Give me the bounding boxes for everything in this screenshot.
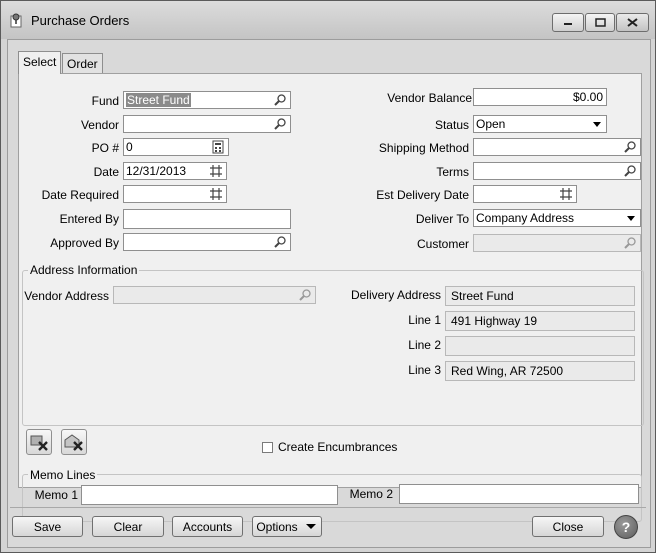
line2-label: Line 2 <box>408 338 441 352</box>
save-button[interactable]: Save <box>12 516 83 537</box>
close-window-button[interactable] <box>616 13 649 32</box>
search-icon[interactable] <box>623 164 637 178</box>
po-number-label: PO # <box>91 141 119 155</box>
help-icon: ? <box>621 519 631 535</box>
vendor-balance-field: $0.00 <box>473 88 607 106</box>
memo2-field[interactable] <box>399 484 639 504</box>
search-icon[interactable] <box>273 235 287 249</box>
vendor-balance-label: Vendor Balance <box>387 91 472 105</box>
calendar-icon[interactable] <box>559 187 573 201</box>
maximize-icon <box>594 18 606 27</box>
line3-field: Red Wing, AR 72500 <box>445 361 635 381</box>
vendor-address-label: Vendor Address <box>24 289 109 303</box>
delete-item-button[interactable] <box>26 429 52 455</box>
line3-label: Line 3 <box>408 363 441 377</box>
help-button[interactable]: ? <box>614 515 638 539</box>
options-button[interactable]: Options <box>252 516 322 537</box>
shipping-method-label: Shipping Method <box>378 141 469 155</box>
minimize-button[interactable] <box>552 13 584 32</box>
chevron-down-icon <box>627 216 635 221</box>
vendor-balance-value: $0.00 <box>572 90 603 104</box>
deliver-to-label: Deliver To <box>415 212 469 226</box>
create-encumbrances-checkbox[interactable] <box>262 442 273 453</box>
delivery-address-field: Street Fund <box>445 286 635 306</box>
vendor-address-field <box>113 286 316 304</box>
line1-label: Line 1 <box>408 313 441 327</box>
minimize-icon <box>564 22 572 25</box>
memo2-label: Memo 2 <box>349 487 393 501</box>
date-label: Date <box>93 165 119 179</box>
shipping-method-field[interactable] <box>473 138 641 156</box>
terms-label: Terms <box>436 165 469 179</box>
line1-field: 491 Highway 19 <box>445 311 635 331</box>
date-value: 12/31/2013 <box>126 164 187 178</box>
bottom-separator <box>10 507 646 508</box>
status-value: Open <box>476 117 506 131</box>
select-tab-panel: Fund Street Fund Vendor PO # 0 Date 12/3… <box>18 73 644 522</box>
memo-lines-label: Memo Lines <box>28 468 98 482</box>
vendor-field[interactable] <box>123 115 291 133</box>
est-delivery-date-label: Est Delivery Date <box>376 188 469 202</box>
fund-field[interactable]: Street Fund <box>123 91 291 109</box>
address-information-label: Address Information <box>28 263 140 277</box>
customer-label: Customer <box>416 237 469 251</box>
deliver-to-dropdown[interactable]: Company Address <box>473 209 641 227</box>
tab-order-label: Order <box>67 57 98 71</box>
create-encumbrances-label[interactable]: Create Encumbrances <box>278 440 397 454</box>
window-title: Purchase Orders <box>31 13 130 28</box>
close-icon <box>627 18 638 27</box>
line2-field <box>445 336 635 356</box>
maximize-button[interactable] <box>585 13 615 32</box>
search-icon <box>299 289 311 301</box>
calendar-icon[interactable] <box>209 187 223 201</box>
fund-label: Fund <box>91 94 119 108</box>
memo1-label: Memo 1 <box>34 488 78 502</box>
search-icon[interactable] <box>623 140 637 154</box>
status-dropdown[interactable]: Open <box>473 115 607 133</box>
search-icon[interactable] <box>273 93 287 107</box>
options-button-label: Options <box>256 519 298 534</box>
line1-value: 491 Highway 19 <box>451 314 538 328</box>
fund-value: Street Fund <box>126 93 191 107</box>
customer-field <box>473 234 641 252</box>
close-button[interactable]: Close <box>532 516 604 537</box>
purchase-orders-window: Purchase Orders Select Order Fund Street… <box>0 0 656 553</box>
client-area: Select Order Fund Street Fund Vendor PO … <box>7 39 651 548</box>
search-icon <box>624 237 636 249</box>
terms-field[interactable] <box>473 162 641 180</box>
delivery-address-value: Street Fund <box>451 289 514 303</box>
entered-by-label: Entered By <box>59 212 119 226</box>
delete-mail-icon <box>64 434 83 451</box>
accounts-button[interactable]: Accounts <box>172 516 243 537</box>
chevron-down-icon <box>305 523 316 529</box>
entered-by-field[interactable] <box>123 209 291 229</box>
tab-select[interactable]: Select <box>18 51 62 74</box>
status-label: Status <box>434 118 469 132</box>
tab-select-label: Select <box>23 55 57 69</box>
line3-value: Red Wing, AR 72500 <box>451 364 564 378</box>
app-icon <box>10 13 22 28</box>
tab-order[interactable]: Order <box>62 53 103 74</box>
po-number-field[interactable]: 0 <box>123 138 229 156</box>
date-required-field[interactable] <box>123 185 227 203</box>
vendor-label: Vendor <box>80 118 119 132</box>
chevron-down-icon <box>593 122 601 127</box>
delivery-address-label: Delivery Address <box>350 288 441 302</box>
approved-by-label: Approved By <box>50 236 119 250</box>
title-bar[interactable]: Purchase Orders <box>1 1 655 39</box>
clear-button[interactable]: Clear <box>92 516 164 537</box>
date-field[interactable]: 12/31/2013 <box>123 162 227 180</box>
delete-item-icon <box>30 435 48 451</box>
date-required-label: Date Required <box>41 188 119 202</box>
calendar-icon[interactable] <box>209 164 223 178</box>
memo1-field[interactable] <box>81 485 338 505</box>
delete-mail-button[interactable] <box>61 429 87 455</box>
est-delivery-date-field[interactable] <box>473 185 577 203</box>
deliver-to-value: Company Address <box>476 211 575 225</box>
calculator-icon[interactable] <box>211 140 225 154</box>
search-icon[interactable] <box>273 117 287 131</box>
po-number-value: 0 <box>126 140 133 154</box>
approved-by-field[interactable] <box>123 233 291 251</box>
